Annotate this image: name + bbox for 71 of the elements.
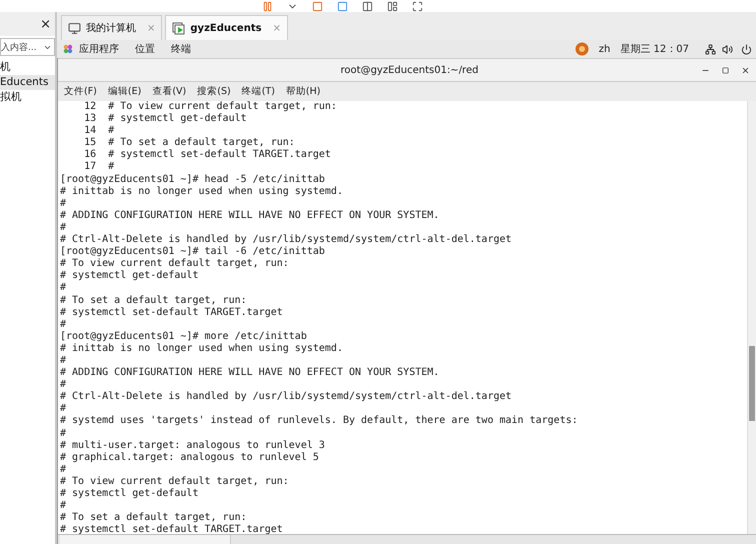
menu-item[interactable]: 终端(T) <box>242 85 275 98</box>
terminal-line: # <box>60 379 68 392</box>
library-item[interactable]: 拟机 <box>0 90 55 105</box>
fullscreen-icon[interactable] <box>412 1 423 12</box>
terminal-line: 16 # systemctl set-default TARGET.target <box>83 149 332 162</box>
virtual-machine-icon <box>172 22 186 34</box>
terminal-line: # <box>60 222 68 234</box>
menu-item[interactable]: 终端 <box>171 42 191 56</box>
layout-icon[interactable] <box>362 1 373 12</box>
terminal-line: # <box>60 500 68 512</box>
search-field[interactable]: 入内容... <box>0 38 55 56</box>
scrollbar-thumb[interactable] <box>749 346 755 421</box>
terminal-line: 14 # <box>83 125 116 138</box>
terminal-line: [root@gyzEducents01 ~]# head -5 /etc/inittab <box>60 174 326 186</box>
maximize-icon[interactable] <box>722 66 729 74</box>
menu-item[interactable]: 帮助(H) <box>286 85 320 98</box>
menu-item[interactable]: 位置 <box>135 42 155 56</box>
terminal-line: # To view current default target, run: <box>60 476 290 488</box>
terminal-line: # ADDING CONFIGURATION HERE WILL HAVE NO EFFECT ON YOUR SYSTEM. <box>60 367 440 380</box>
terminal-line: # To view current default target, run: <box>60 258 290 270</box>
terminal-line: # ADDING CONFIGURATION HERE WILL HAVE NO EFFECT ON YOUR SYSTEM. <box>60 210 440 222</box>
volume-icon[interactable] <box>722 44 733 54</box>
terminal-line: 15 # To set a default target, run: <box>83 137 296 149</box>
terminal-line: # graphical.target: analogous to runlevel 5 <box>60 452 320 464</box>
clock[interactable]: 星期三 12：07 <box>620 42 689 56</box>
network-icon[interactable] <box>705 44 716 54</box>
terminal-line: # <box>60 428 68 440</box>
terminal-line: # systemctl get-default <box>60 488 200 500</box>
terminal-line: # multi-user.target: analogous to runlevel 3 <box>60 440 326 452</box>
terminal-line: # <box>60 318 68 331</box>
menu-item[interactable]: 查看(V) <box>152 85 186 98</box>
power-icon[interactable] <box>741 44 752 54</box>
tab-label: 我的计算机 <box>86 22 136 35</box>
terminal-line: 13 # systemctl get-default <box>83 113 248 126</box>
terminal-line: # <box>60 464 68 476</box>
terminal-line: [root@gyzEducents01 ~]# tail -6 /etc/inittab <box>60 246 326 258</box>
terminal-line: # <box>60 198 68 210</box>
terminal-line: # Ctrl-Alt-Delete is handled by /usr/lib/systemd/system/ctrl-alt-del.target <box>60 234 513 246</box>
tab[interactable]: gyzEducents × <box>165 15 288 40</box>
scrollbar[interactable] <box>747 101 756 534</box>
menu-item[interactable]: 搜索(S) <box>197 85 231 98</box>
terminal-line: # <box>60 403 68 416</box>
terminal-line: # systemctl set-default TARGET.target <box>60 306 284 319</box>
close-button[interactable]: × <box>40 16 51 32</box>
terminal-line: # To set a default target, run: <box>60 512 248 524</box>
terminal-line: [root@gyzEducents01 ~]# more /etc/inittab <box>60 330 308 343</box>
terminal-line: # <box>60 354 68 368</box>
language-indicator[interactable]: zh <box>598 44 610 54</box>
monitor-icon <box>68 22 81 34</box>
terminal-line: 12 # To view current default target, run: <box>83 101 338 113</box>
menu-item[interactable]: 编辑(E) <box>108 85 142 98</box>
avatar-icon[interactable] <box>574 42 589 56</box>
tab-label: gyzEducents <box>190 22 262 34</box>
pause-icon[interactable] <box>262 1 273 12</box>
window-title: root@gyzEducents01:~/red <box>340 64 480 76</box>
library-item[interactable]: Educents <box>0 75 55 90</box>
terminal-line: # Ctrl-Alt-Delete is handled by /usr/lib/systemd/system/ctrl-alt-del.target <box>60 391 513 404</box>
terminal-line: # systemd uses 'targets' instead of runlevels. By default, there are two main targets: <box>60 415 579 428</box>
terminal-line: 17 # <box>83 161 116 174</box>
layout-icon[interactable] <box>387 1 398 12</box>
close-icon[interactable] <box>741 66 750 74</box>
menu-item[interactable]: 文件(F) <box>64 85 97 98</box>
terminal-line: # inittab is no longer used when using systemd. <box>60 186 344 198</box>
tab[interactable]: 我的计算机 × <box>61 15 162 40</box>
terminal-line: # <box>60 282 68 294</box>
menu-item[interactable]: 应用程序 <box>79 42 119 56</box>
terminal-line: # systemctl get-default <box>60 270 200 282</box>
library-item[interactable]: 机 <box>0 60 55 75</box>
apps-icon[interactable] <box>63 44 73 54</box>
terminal-line: # To set a default target, run: <box>60 294 248 307</box>
terminal-line: # inittab is no longer used when using systemd. <box>60 342 344 355</box>
